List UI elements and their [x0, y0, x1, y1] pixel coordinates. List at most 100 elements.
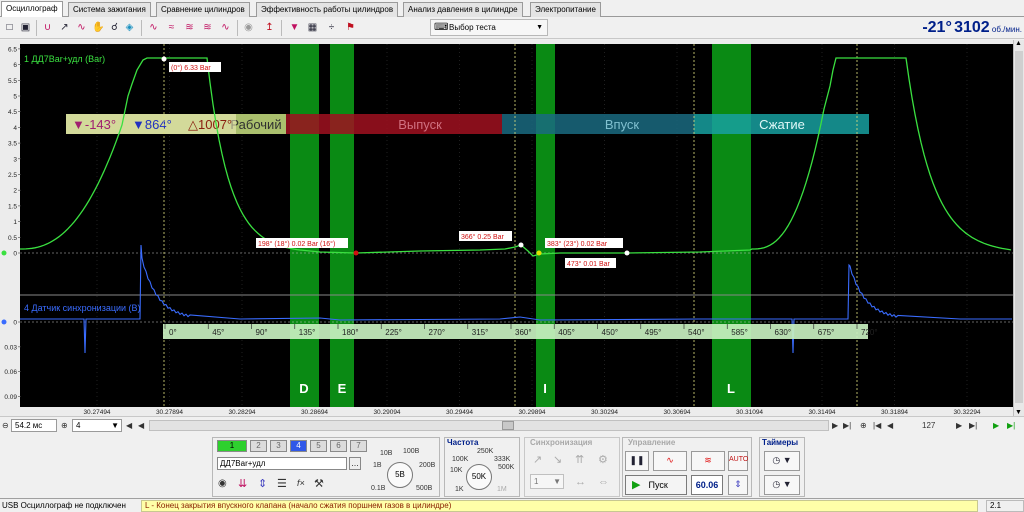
invert-icon[interactable]: ⇊ [238, 477, 247, 490]
waveform-d-icon[interactable]: ≋ [182, 20, 197, 35]
freq-scale-333k: 333K [494, 456, 511, 463]
marker-icon[interactable]: ↥ [262, 20, 277, 35]
divide-icon[interactable]: ÷ [324, 20, 339, 35]
channel1-y-tick: 2 [13, 188, 17, 195]
horizontal-scroll-thumb[interactable] [502, 421, 514, 430]
page-prev-icon[interactable]: ◀ [887, 420, 893, 431]
channel-add-icon[interactable]: ⊕ [61, 420, 68, 431]
tab-cylinder-comparison[interactable]: Сравнение цилиндров [156, 2, 250, 17]
vertical-move-icon[interactable]: ⇕ [258, 477, 267, 490]
last-page-icon[interactable]: ▶| [843, 420, 851, 431]
test-select-dropdown[interactable]: ⌨ Выбор теста ▼ [430, 19, 548, 36]
run-control-title: Управление [628, 438, 676, 447]
timebase-field[interactable]: 54.2 мс [11, 419, 57, 432]
highlight-icon[interactable]: ◈ [122, 20, 137, 35]
angle-tick-label: 90° [256, 328, 268, 337]
freq-scale-100k: 100K [452, 456, 469, 463]
flag-icon[interactable]: ⚑ [343, 20, 358, 35]
sine-wave-button[interactable]: ∿ [653, 451, 687, 471]
sync-move-icon[interactable]: ⇔ [598, 476, 609, 488]
pause-button[interactable]: ❚❚ [625, 451, 649, 471]
new-file-icon[interactable]: □ [2, 20, 17, 35]
tab-ignition-system[interactable]: Система зажигания [68, 2, 151, 17]
sync-arrows-icon[interactable]: ↔ [575, 476, 586, 488]
waveform-a-icon[interactable]: ∿ [74, 20, 89, 35]
scroll-down-icon[interactable]: ▼ [1015, 409, 1022, 416]
time-tick-label: 30.28294 [228, 409, 255, 416]
channel-button-1[interactable]: 1 [217, 440, 247, 452]
channel4-y-tick: 0.09 [4, 394, 17, 401]
channel-name-more-button[interactable]: … [349, 457, 361, 470]
channel-button-7[interactable]: 7 [350, 440, 367, 452]
waveform-plot[interactable]: Рабочий Выпуск Впуск Сжатие ▼-143° ▼864°… [0, 40, 1024, 416]
hand-icon[interactable]: ✋ [91, 20, 106, 35]
eye-icon[interactable]: ◉ [218, 478, 227, 489]
angle-tick-label: 495° [645, 328, 662, 337]
waveform-f-icon[interactable]: ∿ [218, 20, 233, 35]
tab-cylinder-efficiency[interactable]: Эффективность работы цилиндров [256, 2, 399, 17]
waveform-b-icon[interactable]: ∿ [146, 20, 161, 35]
channel-name-field[interactable]: ДД7Bar+удл [217, 457, 347, 470]
timer-2-button[interactable]: ◷ ▼ [764, 475, 800, 495]
tools-icon[interactable]: ⚒ [314, 477, 324, 490]
tab-cylinder-pressure[interactable]: Анализ давления в цилиндре [403, 2, 523, 17]
start-button[interactable]: ▶ Пуск [625, 475, 687, 495]
frequency-knob[interactable]: 50K [466, 464, 492, 490]
vertical-scrollbar[interactable]: ▲ ▼ [1013, 40, 1024, 416]
waveform-c-icon[interactable]: ≈ [164, 20, 179, 35]
valve-marker-d: D [299, 381, 308, 396]
tab-oscillograph[interactable]: Осциллограф [1, 1, 63, 18]
zoom-in-icon[interactable]: ⊕ [860, 420, 867, 431]
volt-scale-200v: 200В [419, 462, 436, 469]
sync-rising-icon[interactable]: ↗ [533, 453, 542, 466]
scroll-up-icon[interactable]: ▲ [1015, 40, 1022, 47]
oscilloscope-view[interactable]: Рабочий Выпуск Впуск Сжатие ▼-143° ▼864°… [0, 40, 1024, 416]
vertical-scroll-thumb[interactable] [1015, 51, 1023, 403]
scroll-right-icon[interactable]: ▶ [832, 420, 838, 431]
tab-power-supply[interactable]: Электропитание [530, 2, 601, 17]
valve-marker-i: I [543, 381, 547, 396]
table-icon[interactable]: ▦ [305, 20, 320, 35]
page-last-icon[interactable]: ▶| [969, 420, 977, 431]
timing-light-icon[interactable]: ◉ [241, 20, 256, 35]
lines-icon[interactable]: ☰ [277, 477, 287, 490]
play-icon[interactable]: ▶ [993, 420, 999, 431]
sync-channel-select[interactable]: 1 ▼ [530, 474, 564, 489]
time-tick-label: 30.27494 [83, 409, 110, 416]
valve-band-i [536, 44, 555, 407]
angle-tick-label: 720° [861, 328, 878, 337]
volt-knob[interactable]: 5В [387, 462, 413, 488]
cursor-icon[interactable]: ↗ [57, 20, 72, 35]
delta-readout: △1007° [188, 117, 232, 132]
auto-button[interactable]: AUTO [728, 451, 748, 471]
channel1-y-tick: 5 [13, 94, 17, 101]
page-next-icon[interactable]: ▶ [956, 420, 962, 431]
noise-wave-button[interactable]: ≋ [691, 451, 725, 471]
play-end-icon[interactable]: ▶| [1007, 420, 1015, 431]
page-first-icon[interactable]: |◀ [873, 420, 881, 431]
filter-icon[interactable]: ▼ [287, 20, 302, 35]
save-icon[interactable]: ▣ [18, 20, 33, 35]
function-icon[interactable]: f× [297, 478, 305, 488]
status-connection: USB Осциллограф не подключен [2, 501, 126, 510]
record-button[interactable]: ⇕ [728, 475, 748, 495]
channel-button-5[interactable]: 5 [310, 440, 327, 452]
channel-button-2[interactable]: 2 [250, 440, 267, 452]
sync-auto-icon[interactable]: ⚙ [598, 453, 608, 466]
sync-level-icon[interactable]: ⇈ [575, 453, 584, 466]
timer-1-button[interactable]: ◷ ▼ [764, 451, 800, 471]
horizontal-scrollbar[interactable] [149, 420, 829, 431]
rpm-value: 3102 [954, 19, 990, 36]
channel-count-field[interactable]: 4 ▼ [72, 419, 122, 432]
first-page-icon[interactable]: ◀ [126, 420, 132, 431]
scroll-left-icon[interactable]: ◀ [138, 420, 144, 431]
zoom-area-icon[interactable]: ∪ [40, 20, 55, 35]
waveform-e-icon[interactable]: ≋ [200, 20, 215, 35]
phase-intake [502, 114, 694, 134]
zoom-icon[interactable]: ☌ [107, 20, 122, 35]
sync-falling-icon[interactable]: ↘ [553, 453, 562, 466]
channel-button-6[interactable]: 6 [330, 440, 347, 452]
channel-button-4[interactable]: 4 [290, 440, 307, 452]
channel-button-3[interactable]: 3 [270, 440, 287, 452]
zoom-out-icon[interactable]: ⊖ [2, 420, 9, 431]
